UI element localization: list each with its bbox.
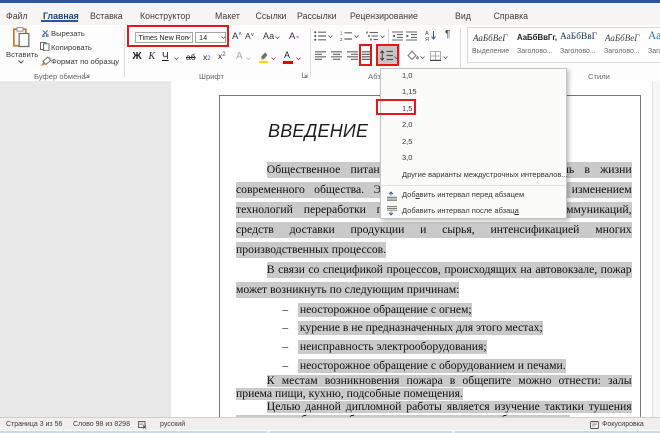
svg-text:2: 2 xyxy=(340,37,343,41)
svg-text:1: 1 xyxy=(340,31,343,36)
svg-text:Я: Я xyxy=(425,37,429,41)
